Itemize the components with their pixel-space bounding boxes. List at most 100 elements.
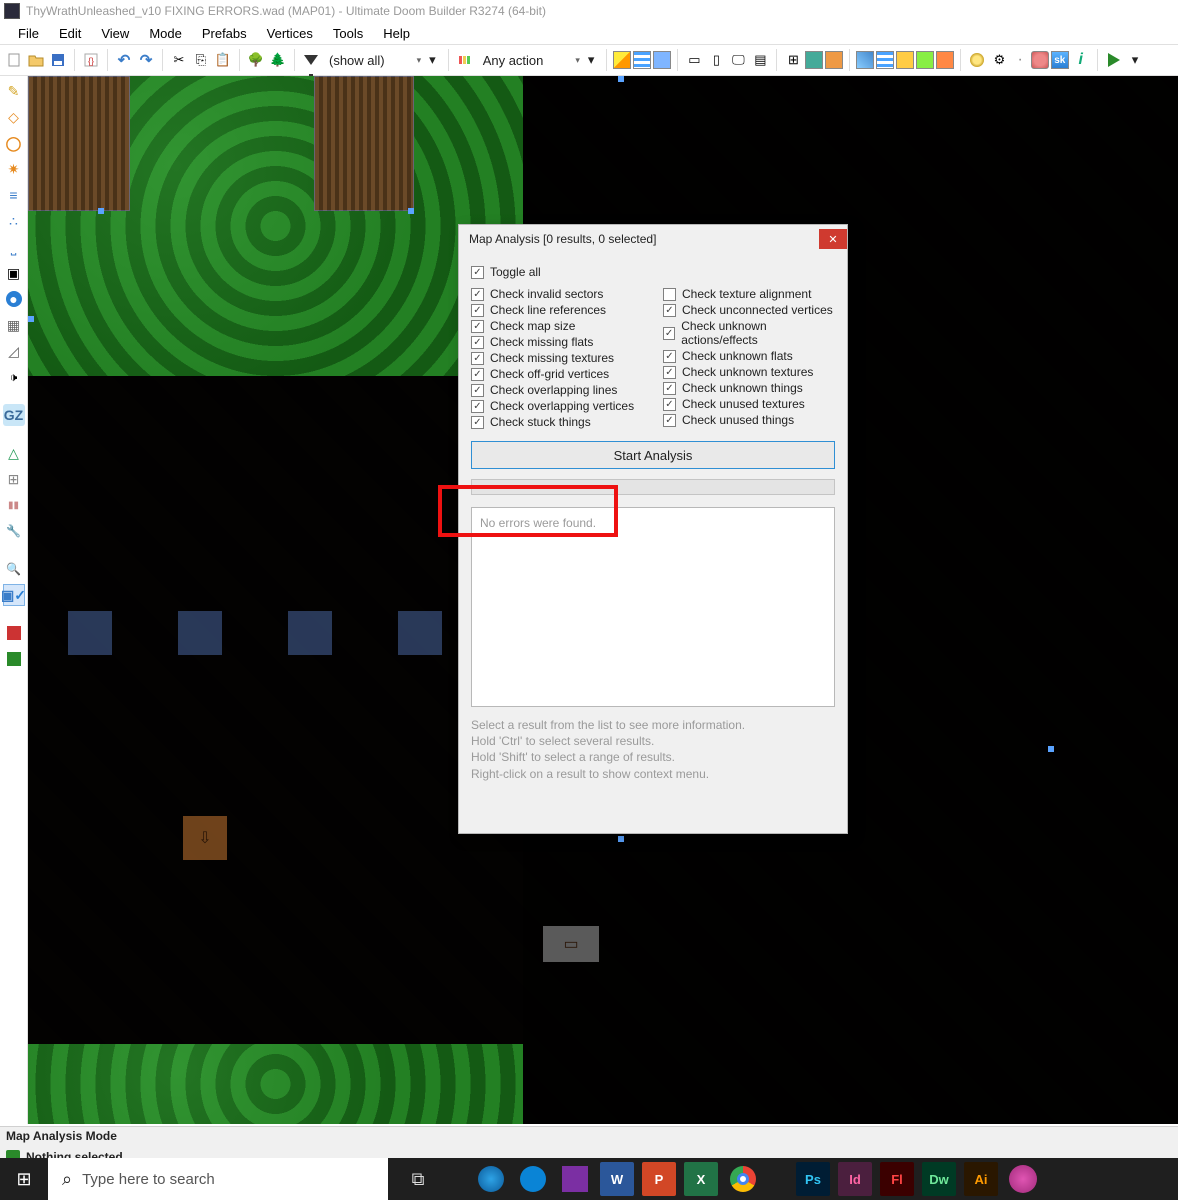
view2-icon[interactable] xyxy=(805,51,823,69)
grid-icon[interactable] xyxy=(633,51,651,69)
indesign-icon[interactable]: Id xyxy=(838,1162,872,1196)
thing-marker[interactable] xyxy=(288,611,332,655)
open-icon[interactable] xyxy=(26,50,46,70)
checkbox-row[interactable]: Check missing textures xyxy=(471,351,643,365)
gear-icon[interactable]: ⚙ xyxy=(989,50,1009,70)
info-icon[interactable]: i xyxy=(1071,50,1091,70)
select-icon[interactable]: ▣ xyxy=(3,262,25,284)
thing-marker[interactable] xyxy=(398,611,442,655)
play-menu[interactable]: ▾ xyxy=(1126,52,1145,68)
mode2-icon[interactable] xyxy=(876,51,894,69)
copy-icon[interactable]: ⎘ xyxy=(191,50,211,70)
view3-icon[interactable] xyxy=(825,51,843,69)
circle-icon[interactable] xyxy=(3,132,25,154)
checkbox[interactable] xyxy=(663,382,676,395)
menu-mode[interactable]: Mode xyxy=(139,24,192,43)
star-icon[interactable] xyxy=(3,158,25,180)
thing-marker[interactable] xyxy=(68,611,112,655)
window2-icon[interactable]: ▯ xyxy=(706,50,726,70)
chevron-down-icon[interactable]: ▾ xyxy=(417,55,422,66)
photoshop-icon[interactable]: Ps xyxy=(796,1162,830,1196)
dots-icon[interactable] xyxy=(3,210,25,232)
checkbox-row[interactable]: Check stuck things xyxy=(471,415,643,429)
slope-icon[interactable] xyxy=(3,340,25,362)
view1-icon[interactable]: ⊞ xyxy=(783,50,803,70)
menu-help[interactable]: Help xyxy=(373,24,420,43)
paste-icon[interactable]: 📋 xyxy=(213,50,233,70)
checkbox-row[interactable]: Check unknown actions/effects xyxy=(663,319,835,347)
checkbox[interactable] xyxy=(663,288,676,301)
globe-icon[interactable] xyxy=(3,288,25,310)
sound-icon[interactable] xyxy=(3,366,25,388)
checkbox-row[interactable]: Check unknown flats xyxy=(663,349,835,363)
thing2-icon[interactable]: 🌲 xyxy=(268,50,288,70)
play-icon[interactable] xyxy=(1104,50,1124,70)
checkbox[interactable] xyxy=(663,366,676,379)
filter-menu[interactable]: ▾ xyxy=(423,52,442,68)
monitor-icon[interactable]: 🖵 xyxy=(728,50,748,70)
mode3-icon[interactable] xyxy=(896,51,914,69)
checkbox-row[interactable]: Check unconnected vertices xyxy=(663,303,835,317)
checkbox-row[interactable]: Check unused things xyxy=(663,413,835,427)
checkbox-row[interactable]: Check unused textures xyxy=(663,397,835,411)
menu-file[interactable]: File xyxy=(8,24,49,43)
checkbox[interactable] xyxy=(471,416,484,429)
check-mode-icon[interactable]: ✓ xyxy=(3,584,25,606)
menu-vertices[interactable]: Vertices xyxy=(257,24,323,43)
cols-icon[interactable] xyxy=(3,494,25,516)
panel-icon[interactable]: ▤ xyxy=(750,50,770,70)
sector-icon[interactable] xyxy=(3,442,25,464)
curve-icon[interactable] xyxy=(3,236,25,258)
draw-icon[interactable] xyxy=(3,80,25,102)
search-icon[interactable] xyxy=(3,558,25,580)
checkbox[interactable] xyxy=(663,304,676,317)
start-analysis-button[interactable]: Start Analysis xyxy=(471,441,835,469)
undo-icon[interactable]: ↶ xyxy=(114,50,134,70)
checkbox-row[interactable]: Check invalid sectors xyxy=(471,287,643,301)
checkbox-row[interactable]: Check line references xyxy=(471,303,643,317)
checkbox-row[interactable]: Check texture alignment xyxy=(663,287,835,301)
script-icon[interactable]: {} xyxy=(81,50,101,70)
grid3-icon[interactable] xyxy=(3,468,25,490)
redo-icon[interactable]: ↷ xyxy=(136,50,156,70)
checkbox-toggleall[interactable] xyxy=(471,266,484,279)
mode5-icon[interactable] xyxy=(936,51,954,69)
checkbox[interactable] xyxy=(471,304,484,317)
results-list[interactable]: No errors were found. xyxy=(471,507,835,707)
bulb-icon[interactable] xyxy=(967,50,987,70)
grid2-icon[interactable] xyxy=(653,51,671,69)
checkbox[interactable] xyxy=(663,327,675,340)
wrench-icon[interactable] xyxy=(3,520,25,542)
checkbox-row[interactable]: Check unknown textures xyxy=(663,365,835,379)
gz-icon[interactable]: GZ xyxy=(3,404,25,426)
poly-icon[interactable] xyxy=(3,106,25,128)
checkbox[interactable] xyxy=(471,384,484,397)
fullbright-icon[interactable] xyxy=(613,51,631,69)
checkbox-row[interactable]: Check overlapping lines xyxy=(471,383,643,397)
lines-icon[interactable] xyxy=(3,184,25,206)
skype-icon[interactable] xyxy=(516,1162,550,1196)
thing-marker[interactable]: ⇩ xyxy=(183,816,227,860)
search-box[interactable]: ⌕ Type here to search xyxy=(48,1158,388,1200)
thing-marker[interactable]: ▭ xyxy=(543,926,599,962)
chevron-down-icon[interactable]: ▾ xyxy=(575,55,580,66)
start-button[interactable]: ⊞ xyxy=(0,1158,48,1200)
extra-icon[interactable] xyxy=(1006,1162,1040,1196)
menu-tools[interactable]: Tools xyxy=(323,24,373,43)
dreamweaver-icon[interactable]: Dw xyxy=(922,1162,956,1196)
cut-icon[interactable]: ✂ xyxy=(169,50,189,70)
checkbox-row[interactable]: Check map size xyxy=(471,319,643,333)
powerpoint-icon[interactable]: P xyxy=(642,1162,676,1196)
window-icon[interactable]: ▭ xyxy=(684,50,704,70)
checkbox[interactable] xyxy=(471,320,484,333)
action-menu[interactable]: ▾ xyxy=(582,52,601,68)
checkbox[interactable] xyxy=(471,288,484,301)
checkbox-row[interactable]: Check missing flats xyxy=(471,335,643,349)
checkbox[interactable] xyxy=(471,336,484,349)
onenote-icon[interactable] xyxy=(558,1162,592,1196)
excel-icon[interactable]: X xyxy=(684,1162,718,1196)
checkbox-row[interactable]: Check off-grid vertices xyxy=(471,367,643,381)
edge-icon[interactable] xyxy=(474,1162,508,1196)
word-icon[interactable]: W xyxy=(600,1162,634,1196)
sky-icon[interactable]: sk xyxy=(1051,51,1069,69)
